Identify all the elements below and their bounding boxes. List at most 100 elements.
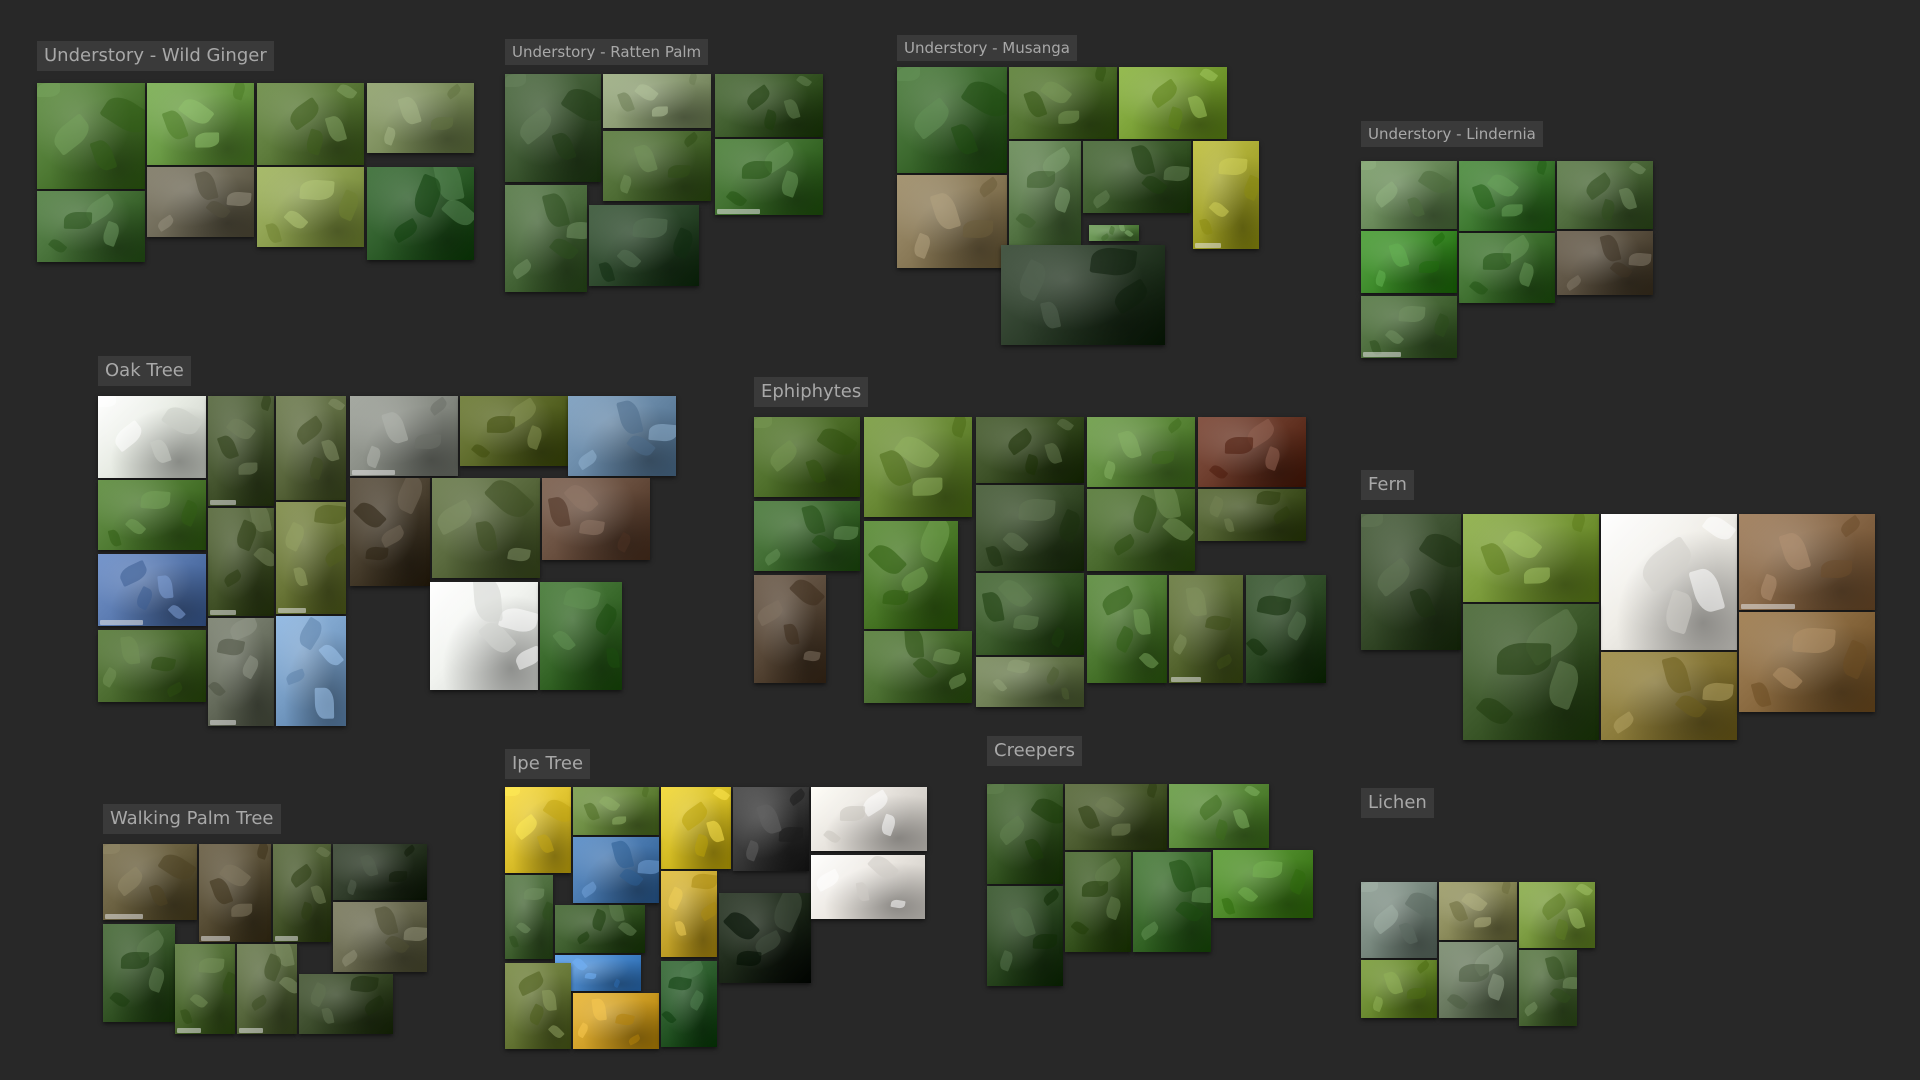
image-tile-ephiphytes-1[interactable]: [754, 417, 860, 497]
image-tile-oak-tree-17[interactable]: [540, 582, 622, 690]
image-tile-ratten-palm-2[interactable]: [603, 74, 711, 128]
image-tile-creepers-3[interactable]: [1169, 784, 1269, 848]
image-tile-musanga-6[interactable]: [1083, 141, 1191, 213]
image-tile-oak-tree-6[interactable]: [568, 396, 676, 476]
image-tile-ipe-tree-7[interactable]: [505, 875, 553, 959]
image-tile-ephiphytes-6[interactable]: [754, 501, 860, 571]
image-tile-oak-tree-9[interactable]: [276, 502, 346, 614]
image-tile-oak-tree-10[interactable]: [350, 478, 430, 586]
image-tile-musanga-9[interactable]: [1001, 245, 1165, 345]
image-tile-lindernia-6[interactable]: [1557, 231, 1653, 295]
image-tile-ipe-tree-2[interactable]: [573, 787, 659, 835]
image-tile-oak-tree-5[interactable]: [460, 396, 568, 466]
image-tile-musanga-8[interactable]: [1089, 225, 1139, 241]
image-tile-musanga-1[interactable]: [897, 67, 1007, 173]
image-tile-oak-tree-4[interactable]: [350, 396, 458, 476]
image-tile-lichen-6[interactable]: [1519, 950, 1577, 1026]
image-tile-ephiphytes-2[interactable]: [864, 417, 972, 517]
image-tile-walking-palm-1[interactable]: [103, 844, 197, 920]
group-label-ephiphytes[interactable]: Ephiphytes: [754, 377, 869, 407]
image-tile-wild-ginger-5[interactable]: [37, 191, 145, 262]
group-label-creepers[interactable]: Creepers: [987, 736, 1082, 766]
image-tile-lindernia-1[interactable]: [1361, 161, 1457, 229]
image-tile-walking-palm-3[interactable]: [273, 844, 331, 942]
image-tile-musanga-4[interactable]: [897, 175, 1007, 268]
image-tile-ephiphytes-11[interactable]: [754, 575, 826, 683]
image-tile-lichen-4[interactable]: [1361, 960, 1437, 1018]
image-tile-walking-palm-8[interactable]: [237, 944, 297, 1034]
image-tile-walking-palm-9[interactable]: [299, 974, 393, 1034]
image-tile-oak-tree-13[interactable]: [98, 554, 206, 626]
image-tile-lindernia-5[interactable]: [1459, 233, 1555, 303]
image-tile-walking-palm-4[interactable]: [333, 844, 427, 900]
image-tile-ephiphytes-3[interactable]: [976, 417, 1084, 483]
image-tile-ephiphytes-15[interactable]: [1246, 575, 1326, 683]
image-tile-ipe-tree-5[interactable]: [811, 787, 927, 851]
image-tile-creepers-6[interactable]: [1133, 852, 1211, 952]
image-tile-ratten-palm-1[interactable]: [505, 74, 601, 182]
image-tile-wild-ginger-7[interactable]: [257, 167, 364, 247]
image-tile-ipe-tree-1[interactable]: [505, 787, 571, 873]
image-tile-ipe-tree-8[interactable]: [555, 905, 645, 953]
image-tile-ephiphytes-16[interactable]: [864, 631, 972, 703]
image-tile-wild-ginger-1[interactable]: [37, 83, 145, 189]
image-tile-ratten-palm-3[interactable]: [715, 74, 823, 137]
image-tile-fern-1[interactable]: [1361, 514, 1461, 650]
group-label-ipe-tree[interactable]: Ipe Tree: [505, 749, 591, 779]
image-tile-ephiphytes-14[interactable]: [1169, 575, 1243, 683]
image-tile-fern-3[interactable]: [1601, 514, 1737, 650]
image-tile-ipe-tree-4[interactable]: [733, 787, 809, 871]
image-tile-wild-ginger-3[interactable]: [257, 83, 364, 165]
image-tile-musanga-7[interactable]: [1193, 141, 1259, 249]
image-tile-ratten-palm-4[interactable]: [603, 131, 711, 201]
image-tile-wild-ginger-2[interactable]: [147, 83, 254, 165]
image-tile-oak-tree-8[interactable]: [208, 508, 274, 616]
image-tile-ephiphytes-9[interactable]: [1198, 489, 1306, 541]
image-tile-ephiphytes-4[interactable]: [1087, 417, 1195, 487]
image-tile-ratten-palm-6[interactable]: [505, 185, 587, 292]
image-tile-oak-tree-7[interactable]: [98, 480, 206, 550]
image-tile-fern-4[interactable]: [1739, 514, 1875, 610]
image-tile-ipe-tree-9[interactable]: [661, 871, 717, 957]
image-tile-oak-tree-12[interactable]: [542, 478, 650, 560]
image-tile-lichen-5[interactable]: [1439, 942, 1517, 1018]
image-tile-lichen-1[interactable]: [1361, 882, 1437, 958]
image-tile-walking-palm-6[interactable]: [333, 902, 427, 972]
image-tile-oak-tree-11[interactable]: [432, 478, 540, 578]
image-tile-musanga-5[interactable]: [1009, 141, 1081, 245]
image-tile-lindernia-4[interactable]: [1361, 231, 1457, 293]
image-tile-lindernia-7[interactable]: [1361, 296, 1457, 358]
group-label-walking-palm[interactable]: Walking Palm Tree: [103, 804, 281, 834]
image-tile-wild-ginger-6[interactable]: [147, 167, 254, 237]
image-tile-oak-tree-15[interactable]: [208, 618, 274, 726]
group-label-oak-tree[interactable]: Oak Tree: [98, 356, 191, 386]
image-tile-oak-tree-1[interactable]: [98, 396, 206, 478]
image-tile-oak-tree-2[interactable]: [208, 396, 274, 506]
image-tile-ratten-palm-7[interactable]: [589, 205, 699, 286]
image-tile-ephiphytes-10[interactable]: [864, 521, 958, 629]
image-tile-fern-7[interactable]: [1739, 612, 1875, 712]
image-tile-ipe-tree-6[interactable]: [573, 837, 659, 903]
image-tile-ephiphytes-13[interactable]: [1087, 575, 1167, 683]
image-tile-oak-tree-18[interactable]: [276, 616, 346, 726]
image-tile-wild-ginger-4[interactable]: [367, 83, 474, 153]
group-label-ratten-palm[interactable]: Understory - Ratten Palm: [505, 39, 709, 65]
image-tile-ephiphytes-17[interactable]: [976, 657, 1084, 707]
image-tile-fern-6[interactable]: [1601, 652, 1737, 740]
image-tile-walking-palm-5[interactable]: [103, 924, 175, 1022]
group-label-lindernia[interactable]: Understory - Lindernia: [1361, 121, 1543, 147]
image-tile-lichen-2[interactable]: [1439, 882, 1517, 940]
image-tile-ipe-tree-10[interactable]: [719, 893, 811, 983]
image-tile-oak-tree-16[interactable]: [430, 582, 538, 690]
image-tile-creepers-2[interactable]: [1065, 784, 1167, 850]
image-tile-creepers-1[interactable]: [987, 784, 1063, 884]
image-tile-creepers-7[interactable]: [1213, 850, 1313, 918]
image-tile-fern-5[interactable]: [1463, 604, 1599, 740]
image-tile-ipe-tree-13[interactable]: [505, 963, 571, 1049]
image-tile-ipe-tree-3[interactable]: [661, 787, 731, 869]
moodboard-canvas[interactable]: Understory - Wild Ginger Understory - Ra…: [0, 0, 1920, 1080]
image-tile-ephiphytes-8[interactable]: [1087, 489, 1195, 571]
image-tile-ipe-tree-11[interactable]: [811, 855, 925, 919]
image-tile-walking-palm-2[interactable]: [199, 844, 271, 942]
image-tile-wild-ginger-8[interactable]: [367, 167, 474, 260]
